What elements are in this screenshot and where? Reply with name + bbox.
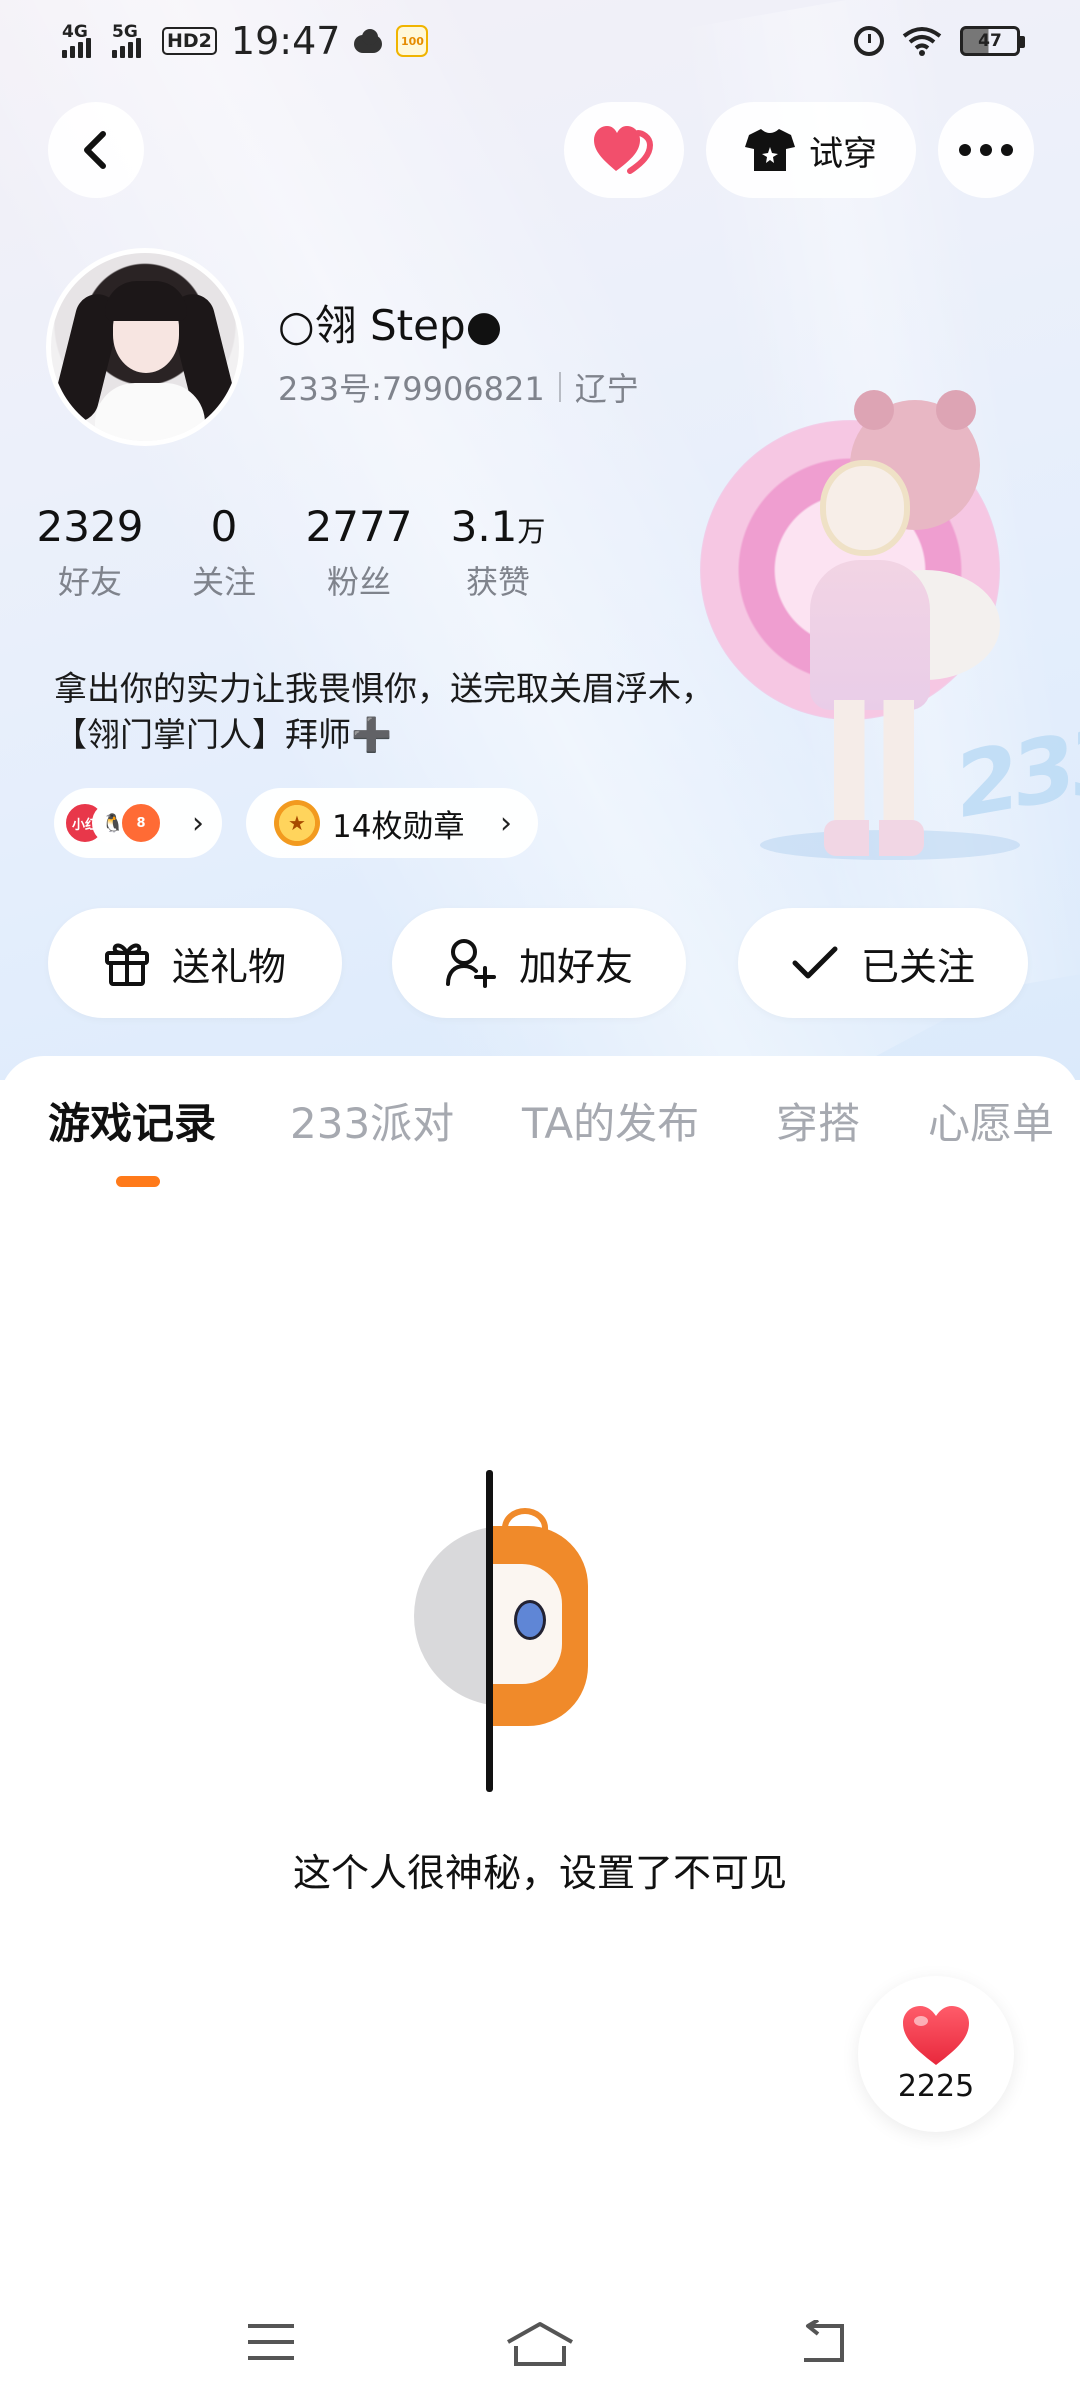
heart-icon (903, 2005, 969, 2065)
send-gift-button[interactable]: 送礼物 (48, 908, 342, 1018)
heart-icon (594, 126, 654, 174)
add-friend-label: 加好友 (518, 944, 633, 989)
stat-fans[interactable]: 2777 粉丝 (296, 502, 422, 603)
social-app-icon: 8 (120, 802, 162, 844)
home-icon[interactable] (504, 2320, 576, 2368)
more-options-button[interactable] (938, 102, 1034, 198)
divider (558, 372, 561, 402)
add-friend-button[interactable]: 加好友 (392, 908, 686, 1018)
tab-posts[interactable]: TA的发布 (522, 1090, 699, 1151)
status-bar: 4G 5G HD2 19:47 100 47 (0, 0, 1080, 80)
stat-likes[interactable]: 3.1万 获赞 (422, 502, 574, 603)
tab-indicator (116, 1176, 160, 1187)
profile-stats: 2329 好友 0 关注 2777 粉丝 3.1万 获赞 (28, 502, 574, 603)
chevron-right-icon: › (192, 805, 204, 841)
social-links-chip[interactable]: 小红 🐧 8 › (54, 788, 222, 858)
signal-icon-1: 4G (62, 22, 102, 58)
profile-tabs: 游戏记录 233派对 TA的发布 穿搭 心愿单 (0, 1090, 1080, 1180)
tab-233-party[interactable]: 233派对 (290, 1090, 454, 1151)
user-id-row: 233号:79906821 辽宁 (278, 364, 639, 410)
medals-chip[interactable]: ★ 14枚勋章 › (246, 788, 538, 858)
private-illustration (400, 1460, 600, 1792)
avatar-figure[interactable] (700, 390, 1020, 860)
medals-label: 14枚勋章 (332, 808, 465, 845)
user-location: 辽宁 (574, 370, 639, 408)
alarm-icon (854, 26, 884, 56)
followed-button[interactable]: 已关注 (738, 908, 1028, 1018)
stat-following[interactable]: 0 关注 (152, 502, 296, 603)
status-time: 19:47 (230, 19, 341, 63)
like-profile-button[interactable] (564, 102, 684, 198)
gift-icon (104, 943, 149, 986)
battery-icon: 47 (960, 26, 1025, 56)
chevron-left-icon (84, 131, 106, 169)
app-notification-icon: 100 (396, 25, 429, 57)
avatar[interactable] (46, 248, 244, 446)
tab-wishlist[interactable]: 心愿单 (928, 1090, 1054, 1151)
medal-icon: ★ (274, 800, 320, 846)
stat-friends[interactable]: 2329 好友 (28, 502, 152, 603)
menu-icon[interactable] (246, 2320, 296, 2364)
empty-state-text: 这个人很神秘，设置了不可见 (292, 1851, 787, 1895)
send-gift-label: 送礼物 (171, 944, 286, 989)
more-icon (959, 144, 1013, 156)
back-button[interactable] (48, 102, 144, 198)
tshirt-icon (745, 129, 795, 171)
wifi-icon (902, 27, 942, 56)
cloud-icon (350, 29, 386, 53)
check-icon (792, 946, 838, 979)
user-id[interactable]: 233号:79906821 (278, 364, 545, 410)
try-on-button[interactable]: 试穿 (706, 102, 916, 198)
chevron-right-icon: › (500, 805, 512, 841)
try-on-label: 试穿 (809, 133, 877, 174)
system-nav-bar (0, 2290, 1080, 2408)
back-nav-icon[interactable] (796, 2320, 850, 2366)
signal-icon-2: 5G (112, 22, 152, 58)
floating-like-button[interactable]: 2225 (858, 1976, 1014, 2132)
tab-outfits[interactable]: 穿搭 (776, 1090, 860, 1151)
username: ○翎 Step● (278, 301, 503, 350)
profile-bio: 拿出你的实力让我畏惧你，送完取关眉浮木，【翎门掌门人】拜师➕ (54, 669, 714, 754)
hd-icon: HD2 (162, 27, 217, 55)
like-count: 2225 (897, 2068, 975, 2104)
tab-game-records[interactable]: 游戏记录 (48, 1090, 216, 1151)
add-user-icon (445, 939, 496, 988)
followed-label: 已关注 (860, 944, 975, 989)
